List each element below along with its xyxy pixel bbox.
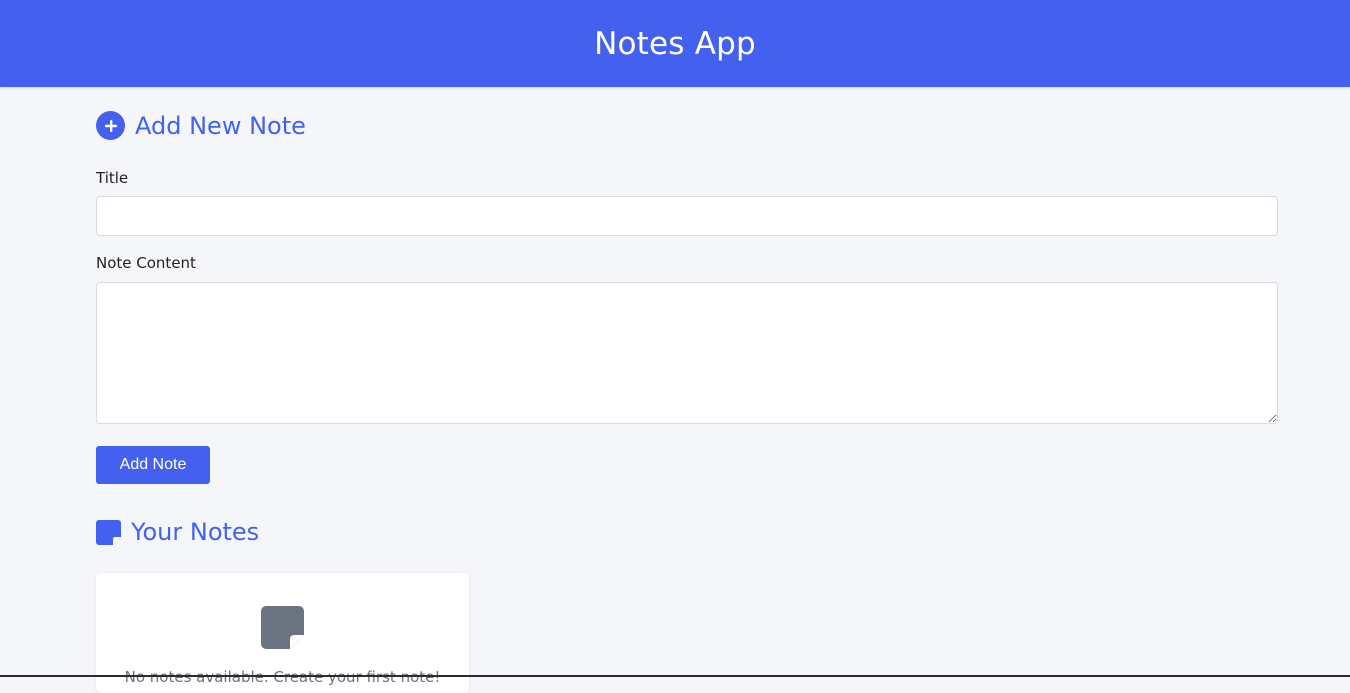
add-note-heading-text: Add New Note — [135, 111, 306, 140]
title-input[interactable] — [96, 196, 1278, 236]
title-label: Title — [96, 169, 129, 187]
app-title: Notes App — [594, 25, 756, 62]
empty-notes-message: No notes available. Create your first no… — [124, 668, 441, 686]
note-content-textarea[interactable] — [96, 282, 1278, 424]
app-header: Notes App — [0, 0, 1350, 87]
plus-circle-icon — [96, 111, 125, 140]
add-note-heading: Add New Note — [96, 111, 306, 140]
add-note-button[interactable]: Add Note — [96, 446, 210, 484]
your-notes-heading-text: Your Notes — [131, 518, 260, 546]
sticky-note-icon — [96, 519, 121, 545]
your-notes-heading: Your Notes — [96, 518, 259, 546]
content-label: Note Content — [96, 254, 196, 272]
sticky-note-icon — [261, 606, 304, 649]
